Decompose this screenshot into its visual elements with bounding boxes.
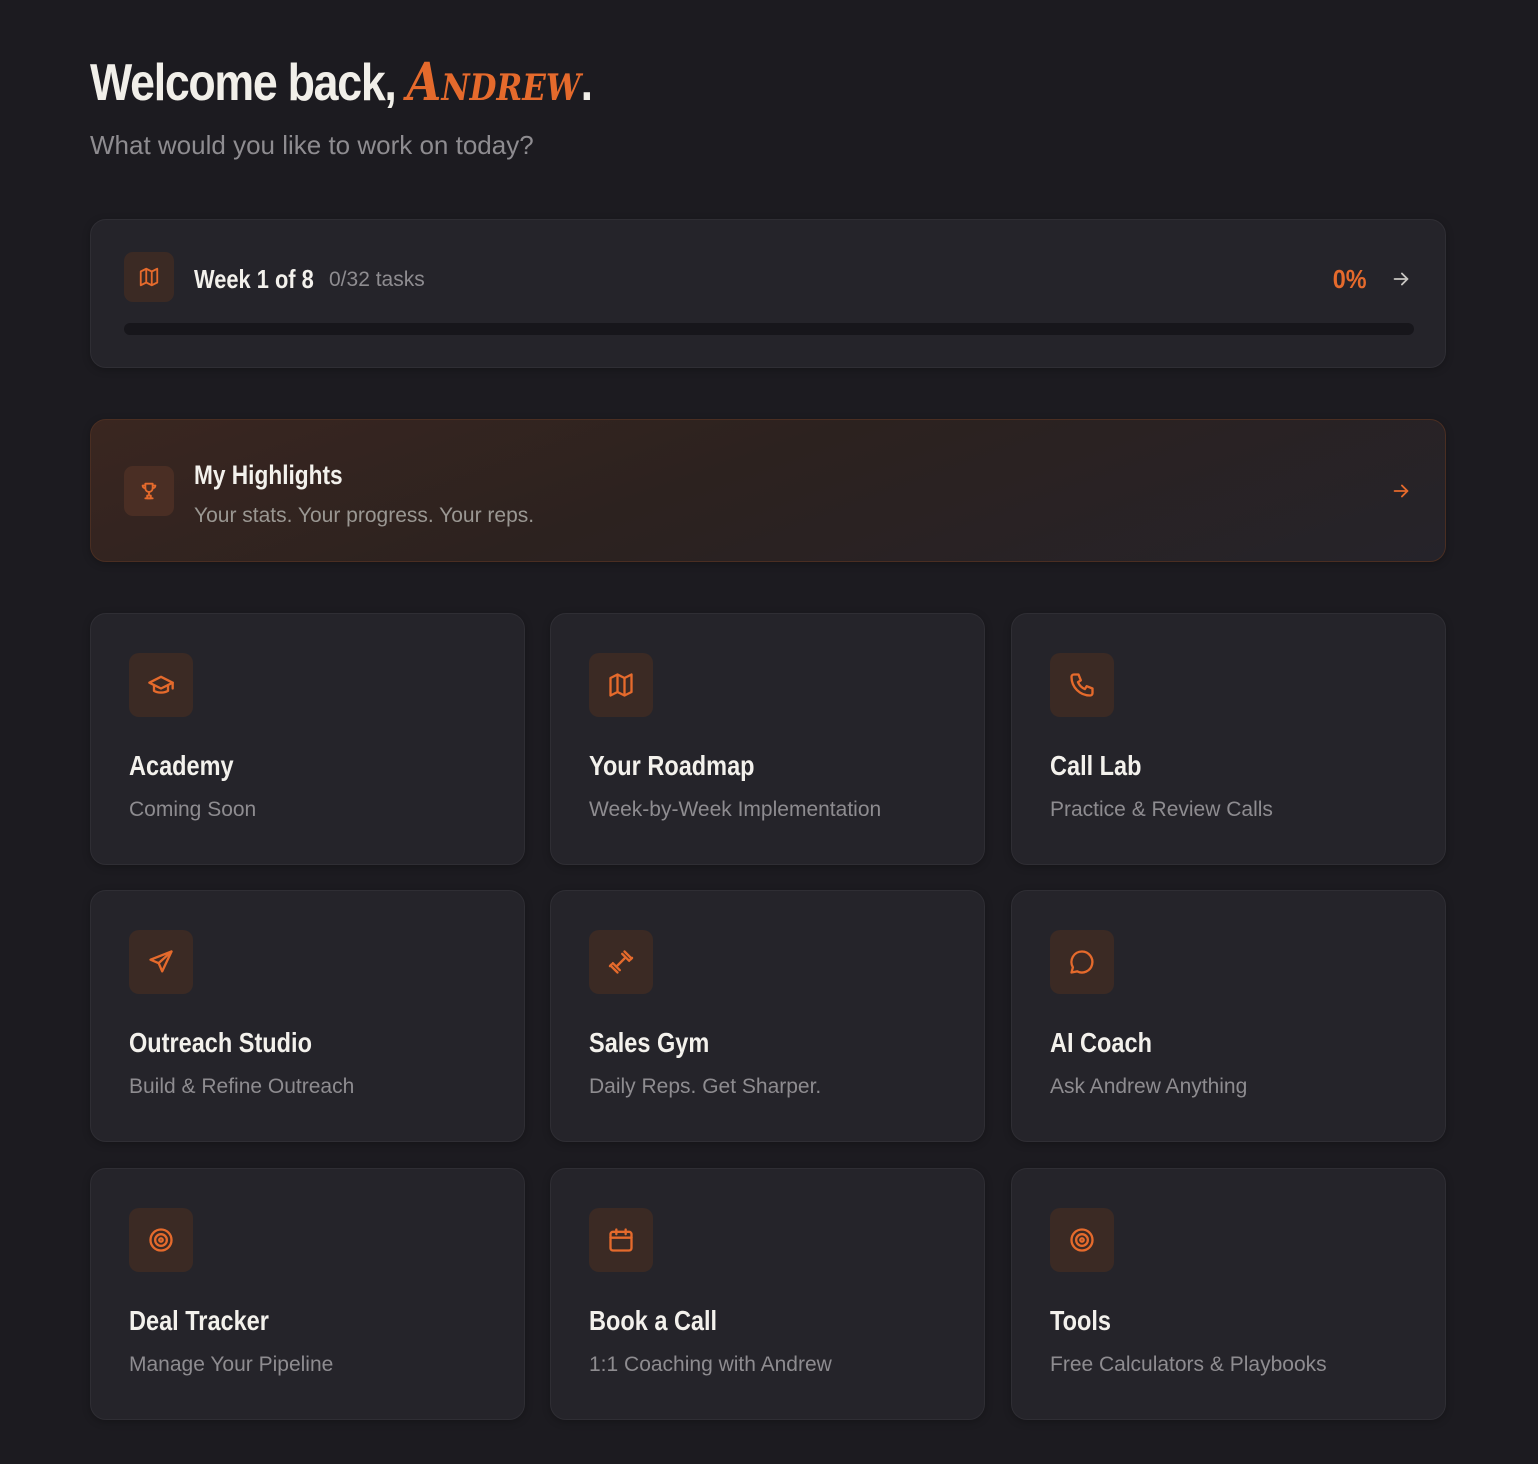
roadmap-progress-card[interactable]: Week 1 of 8 0/32 tasks 0% (90, 219, 1446, 368)
map-icon (589, 653, 653, 717)
welcome-heading: Welcome back, Andrew. (90, 52, 593, 113)
tile-subtitle: Build & Refine Outreach (129, 1075, 355, 1098)
tile-title: Outreach Studio (129, 1027, 312, 1058)
tile-title: Academy (129, 750, 234, 781)
arrow-right-icon (1393, 484, 1409, 498)
tile-deal-tracker[interactable]: Deal Tracker Manage Your Pipeline (90, 1168, 525, 1420)
tile-ai-coach[interactable]: AI Coach Ask Andrew Anything (1011, 890, 1446, 1142)
tile-subtitle: Practice & Review Calls (1050, 798, 1273, 821)
task-count: 0/32 tasks (329, 268, 425, 291)
tile-subtitle: Coming Soon (129, 798, 257, 821)
tile-subtitle: Daily Reps. Get Sharper. (589, 1075, 822, 1098)
greeting-prefix: Welcome back, (90, 54, 407, 112)
graduation-cap-icon (129, 653, 193, 717)
trophy-icon (124, 466, 174, 516)
phone-icon (1050, 653, 1114, 717)
tile-your-roadmap[interactable]: Your Roadmap Week-by-Week Implementation (550, 613, 985, 865)
calendar-icon (589, 1208, 653, 1272)
tile-title: Call Lab (1050, 750, 1142, 781)
send-icon (129, 930, 193, 994)
chat-bubble-icon (1050, 930, 1114, 994)
tile-call-lab[interactable]: Call Lab Practice & Review Calls (1011, 613, 1446, 865)
arrow-right-icon (1393, 272, 1409, 286)
highlights-subtitle: Your stats. Your progress. Your reps. (194, 504, 535, 527)
tile-book-a-call[interactable]: Book a Call 1:1 Coaching with Andrew (550, 1168, 985, 1420)
page-subtitle: What would you like to work on today? (90, 130, 534, 160)
tile-title: Book a Call (589, 1305, 718, 1336)
week-label: Week 1 of 8 (194, 264, 314, 294)
tile-outreach-studio[interactable]: Outreach Studio Build & Refine Outreach (90, 890, 525, 1142)
tile-subtitle: Manage Your Pipeline (129, 1353, 334, 1376)
map-icon (124, 252, 174, 302)
user-name: Andrew (406, 52, 581, 113)
tile-subtitle: Week-by-Week Implementation (589, 798, 882, 821)
tile-academy[interactable]: Academy Coming Soon (90, 613, 525, 865)
tile-title: Sales Gym (589, 1027, 710, 1058)
tile-sales-gym[interactable]: Sales Gym Daily Reps. Get Sharper. (550, 890, 985, 1142)
dumbbell-icon (589, 930, 653, 994)
progress-bar (124, 323, 1414, 335)
progress-percent: 0% (1333, 264, 1367, 294)
tile-title: AI Coach (1050, 1027, 1152, 1058)
tile-title: Tools (1050, 1305, 1111, 1336)
highlights-title: My Highlights (194, 460, 343, 490)
target-icon (129, 1208, 193, 1272)
my-highlights-card[interactable]: My Highlights Your stats. Your progress.… (90, 419, 1446, 562)
greeting-suffix: . (580, 54, 593, 112)
tile-title: Your Roadmap (589, 750, 755, 781)
tile-subtitle: 1:1 Coaching with Andrew (589, 1353, 832, 1376)
tile-tools[interactable]: Tools Free Calculators & Playbooks (1011, 1168, 1446, 1420)
target-icon (1050, 1208, 1114, 1272)
tile-title: Deal Tracker (129, 1305, 269, 1336)
tile-subtitle: Ask Andrew Anything (1050, 1075, 1248, 1098)
tile-subtitle: Free Calculators & Playbooks (1050, 1353, 1327, 1376)
